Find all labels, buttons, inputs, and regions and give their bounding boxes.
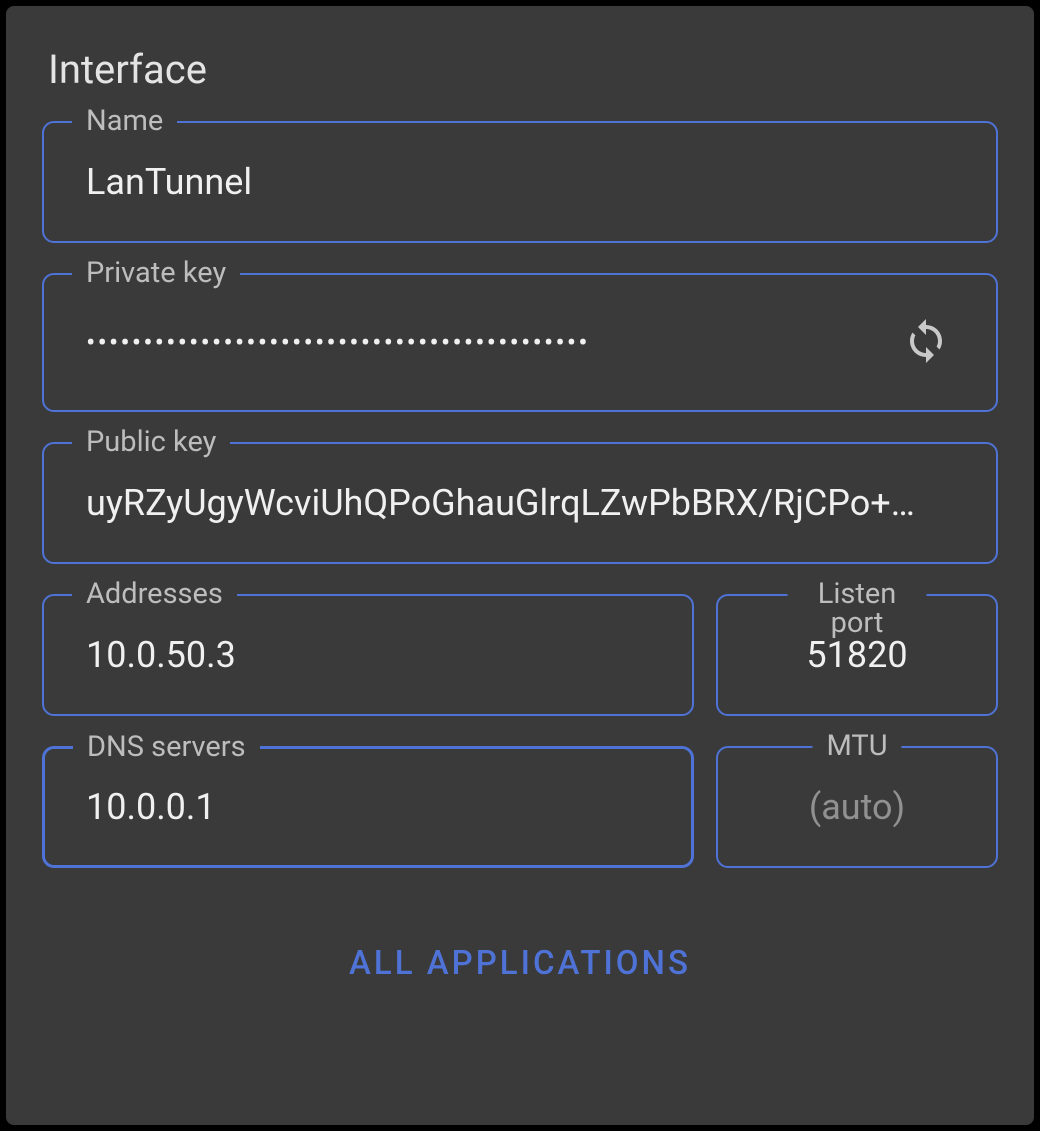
public-key-value: uyRZyUgyWcviUhQPoGhauGlrqLZwPbBRX/RjCPo+… bbox=[86, 482, 954, 524]
regenerate-key-button[interactable] bbox=[898, 313, 954, 372]
refresh-icon bbox=[902, 317, 950, 368]
dns-servers-input[interactable] bbox=[86, 786, 650, 828]
listen-port-input[interactable] bbox=[760, 634, 954, 676]
mtu-field[interactable]: MTU bbox=[716, 746, 998, 868]
listen-port-field[interactable]: Listen port bbox=[716, 594, 998, 716]
dns-servers-field[interactable]: DNS servers bbox=[42, 746, 694, 868]
fields-container: Name Private key •••••••••••••••••••••••… bbox=[42, 121, 998, 868]
public-key-field-label: Public key bbox=[72, 428, 230, 457]
public-key-field[interactable]: Public key uyRZyUgyWcviUhQPoGhauGlrqLZwP… bbox=[42, 442, 998, 564]
private-key-input[interactable]: ••••••••••••••••••••••••••••••••••••••••… bbox=[86, 326, 878, 359]
addresses-field-label: Addresses bbox=[72, 580, 237, 609]
interface-panel: Interface Name Private key •••••••••••••… bbox=[6, 6, 1034, 1125]
addresses-field[interactable]: Addresses bbox=[42, 594, 694, 716]
mtu-input[interactable] bbox=[760, 786, 954, 828]
name-input[interactable] bbox=[86, 161, 954, 203]
section-title: Interface bbox=[48, 46, 998, 93]
name-field-label: Name bbox=[72, 107, 177, 136]
listen-port-field-label: Listen port bbox=[788, 580, 927, 638]
private-key-field[interactable]: Private key ••••••••••••••••••••••••••••… bbox=[42, 273, 998, 412]
all-applications-button[interactable]: ALL APPLICATIONS bbox=[325, 928, 715, 999]
addresses-input[interactable] bbox=[86, 634, 650, 676]
dns-servers-field-label: DNS servers bbox=[73, 733, 260, 762]
mtu-field-label: MTU bbox=[812, 732, 901, 761]
private-key-field-label: Private key bbox=[72, 259, 240, 288]
name-field[interactable]: Name bbox=[42, 121, 998, 243]
